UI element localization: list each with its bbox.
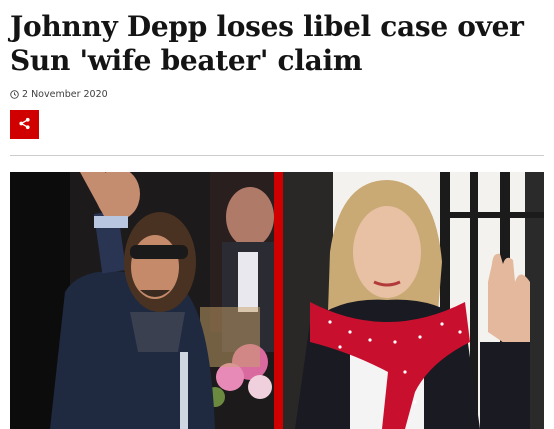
share-icon (18, 117, 31, 133)
section-divider (10, 155, 544, 156)
share-button[interactable] (10, 110, 39, 139)
article-lead-image (10, 172, 544, 429)
article-date: 2 November 2020 (22, 88, 108, 100)
article-dateline: 2 November 2020 (10, 87, 108, 101)
clock-icon (10, 89, 19, 99)
article-headline: Johnny Depp loses libel case over Sun 'w… (10, 10, 524, 77)
